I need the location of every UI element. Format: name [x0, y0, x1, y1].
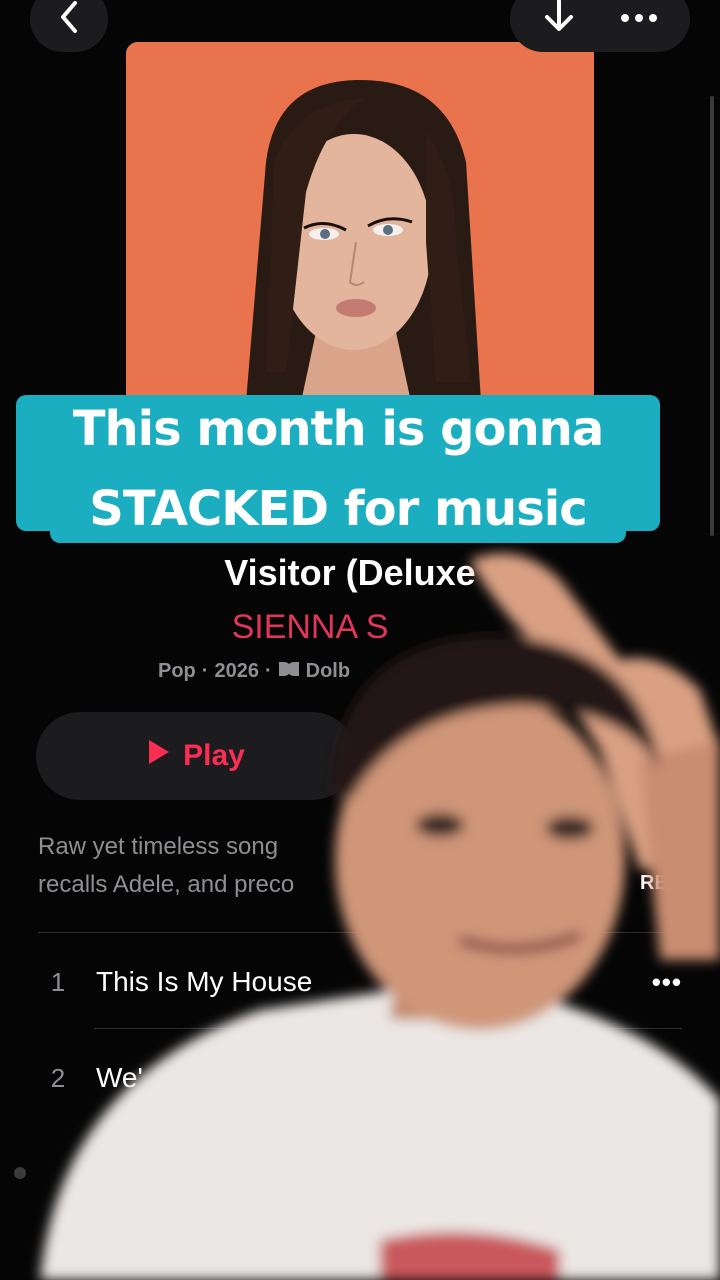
description-line: recalls Adele, and preco [38, 871, 295, 898]
divider [38, 932, 682, 933]
play-label: Play [183, 739, 245, 772]
dolby-label: Dolb [305, 660, 351, 682]
dolby-icon [278, 660, 300, 683]
play-icon [147, 738, 171, 774]
meta-separator: · [264, 660, 272, 682]
album-description[interactable]: Raw yet timeless song recalls Adele, and… [38, 828, 678, 904]
ellipsis-icon[interactable] [619, 10, 659, 28]
more-link[interactable]: RE [640, 872, 668, 895]
play-button[interactable]: Play [36, 712, 356, 800]
description-line: Raw yet timeless song [38, 833, 279, 860]
caption-line: STACKED for music [50, 475, 626, 543]
download-arrow-icon[interactable] [541, 0, 577, 42]
album-meta: Pop · 2026 · Dolb [158, 660, 350, 683]
genre-label: Pop [158, 660, 196, 682]
track-title: This Is My House [96, 966, 313, 997]
track-ellipsis-icon[interactable]: ••• [642, 967, 682, 998]
creator-video-overlay [40, 553, 720, 1280]
track-number: 1 [50, 966, 66, 997]
artist-name[interactable]: SIENNA S [0, 608, 620, 647]
track-number: 2 [50, 1062, 66, 1093]
track-row[interactable]: 1 This Is My House ••• [38, 934, 682, 1030]
header-actions [510, 0, 690, 52]
scroll-indicator[interactable] [710, 96, 714, 536]
album-title: Visitor (Deluxe [224, 552, 476, 593]
track-row[interactable]: 2 We' [38, 1030, 682, 1126]
track-title: We' [96, 1062, 143, 1093]
album-screen: Visitor (Deluxe SIENNA S Pop · 2026 · Do… [0, 0, 720, 1280]
meta-separator: · [201, 660, 209, 682]
chevron-left-icon [57, 0, 81, 40]
back-button[interactable] [30, 0, 108, 52]
divider [94, 1028, 682, 1029]
page-indicator-dot [14, 1167, 26, 1179]
year-label: 2026 [214, 660, 259, 682]
